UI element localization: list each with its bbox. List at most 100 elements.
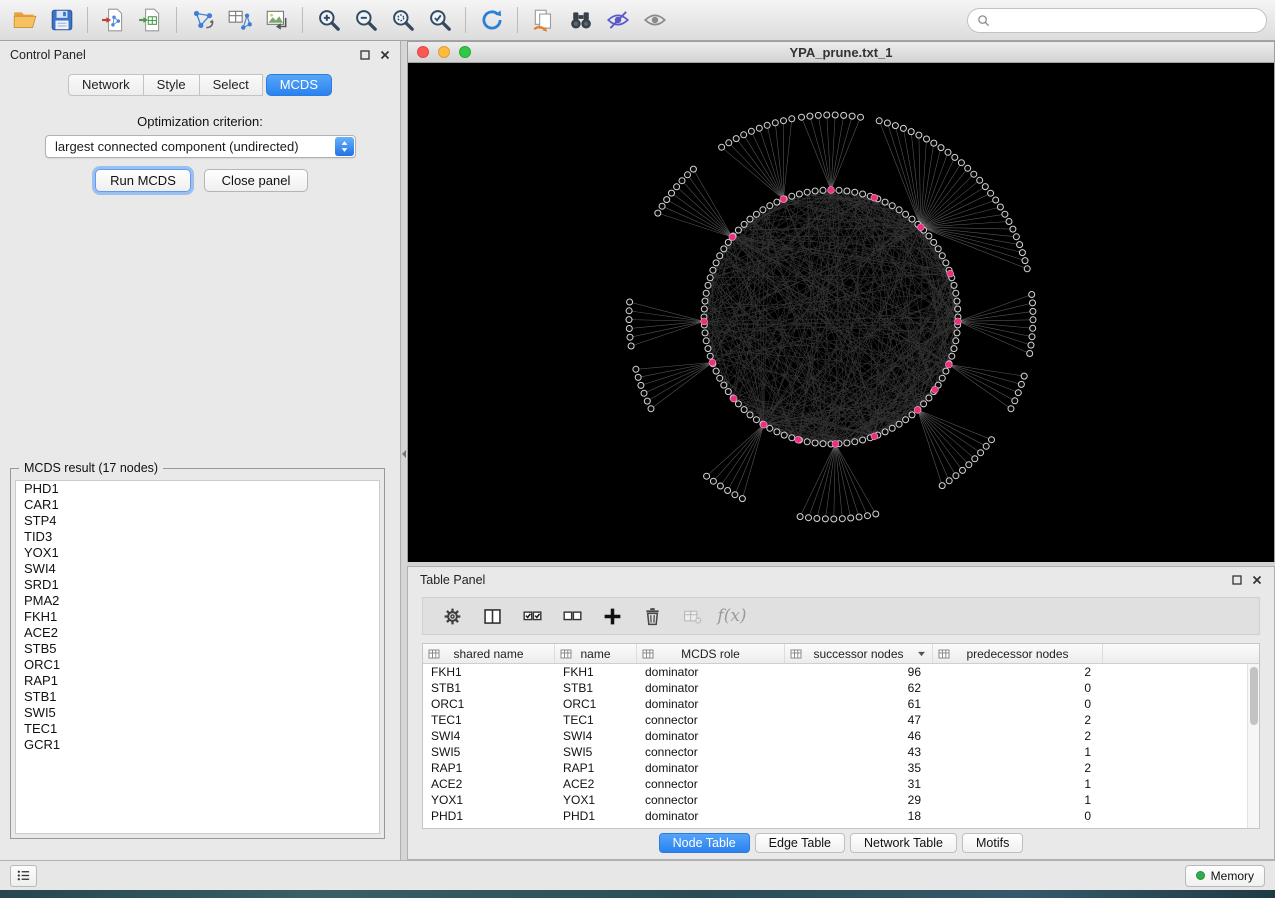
table-row[interactable]: FKH1FKH1dominator962 [423, 664, 1259, 680]
column-header-shared-name[interactable]: shared name [423, 644, 555, 663]
table-row[interactable]: TEC1TEC1connector472 [423, 712, 1259, 728]
hide-selected-button[interactable] [599, 3, 636, 37]
import-table-file-button[interactable] [132, 3, 169, 37]
mcds-result-item[interactable]: FKH1 [16, 609, 379, 625]
network-titlebar[interactable]: YPA_prune.txt_1 [408, 42, 1274, 63]
close-panel-icon[interactable] [380, 50, 390, 60]
tab-edge-table[interactable]: Edge Table [755, 833, 845, 853]
column-header-successor-nodes[interactable]: successor nodes [785, 644, 933, 663]
zoom-selected-button[interactable] [421, 3, 458, 37]
add-row-button[interactable] [593, 600, 631, 632]
cell-MCDS-role: connector [637, 776, 785, 792]
tab-style[interactable]: Style [144, 74, 200, 96]
export-image-icon [264, 7, 290, 33]
close-panel-button[interactable]: Close panel [204, 169, 308, 192]
save-session-button[interactable] [43, 3, 80, 37]
table-panel: Table Panel f(x) shared namenameMCDS rol… [407, 566, 1275, 860]
network-canvas[interactable] [408, 63, 1274, 561]
mcds-result-item[interactable]: SWI4 [16, 561, 379, 577]
delete-row-button[interactable] [633, 600, 671, 632]
run-mcds-button[interactable]: Run MCDS [95, 169, 191, 192]
zoom-out-button[interactable] [347, 3, 384, 37]
mcds-result-item[interactable]: GCR1 [16, 737, 379, 753]
mcds-result-item[interactable]: SRD1 [16, 577, 379, 593]
copy-share-button[interactable] [525, 3, 562, 37]
float-panel-icon[interactable] [360, 50, 370, 60]
new-network-button[interactable] [184, 3, 221, 37]
optimization-criterion-label: Optimization criterion: [0, 114, 400, 129]
mcds-result-item[interactable]: STB5 [16, 641, 379, 657]
mcds-result-list[interactable]: PHD1CAR1STP4TID3YOX1SWI4SRD1PMA2FKH1ACE2… [15, 480, 380, 834]
zoom-fit-button[interactable] [384, 3, 421, 37]
mcds-result-item[interactable]: PMA2 [16, 593, 379, 609]
table-row[interactable]: ORC1ORC1dominator610 [423, 696, 1259, 712]
column-label: MCDS role [681, 647, 740, 661]
mcds-result-item[interactable]: TID3 [16, 529, 379, 545]
status-list-button[interactable] [10, 865, 37, 887]
float-table-panel-icon[interactable] [1232, 575, 1242, 585]
scrollbar-thumb[interactable] [1250, 667, 1258, 725]
tab-mcds[interactable]: MCDS [266, 74, 332, 96]
mcds-result-item[interactable]: ORC1 [16, 657, 379, 673]
tab-motifs[interactable]: Motifs [962, 833, 1023, 853]
open-file-button[interactable] [6, 3, 43, 37]
settings-gear-button[interactable] [433, 600, 471, 632]
column-header-MCDS-role[interactable]: MCDS role [637, 644, 785, 663]
column-header-name[interactable]: name [555, 644, 637, 663]
search-binoculars-icon [568, 7, 594, 33]
mcds-result-item[interactable]: CAR1 [16, 497, 379, 513]
network-from-table-button[interactable] [221, 3, 258, 37]
table-row[interactable]: SWI4SWI4dominator462 [423, 728, 1259, 744]
mcds-result-item[interactable]: YOX1 [16, 545, 379, 561]
function-icon: f(x) [717, 606, 746, 626]
search-box[interactable] [967, 8, 1267, 33]
close-window-icon[interactable] [417, 46, 429, 58]
import-network-file-button[interactable] [95, 3, 132, 37]
minimize-window-icon[interactable] [438, 46, 450, 58]
table-row[interactable]: SWI5SWI5connector431 [423, 744, 1259, 760]
memory-label: Memory [1211, 869, 1254, 883]
cell-predecessor-nodes: 1 [933, 744, 1103, 760]
mcds-result-item[interactable]: STP4 [16, 513, 379, 529]
cell-shared-name: ACE2 [423, 776, 555, 792]
maximize-window-icon[interactable] [459, 46, 471, 58]
mcds-result-item[interactable]: RAP1 [16, 673, 379, 689]
refresh-layout-button[interactable] [473, 3, 510, 37]
close-table-panel-icon[interactable] [1252, 575, 1262, 585]
tab-node-table[interactable]: Node Table [659, 833, 750, 853]
toolbar-separator [517, 7, 518, 33]
mcds-result-item[interactable]: TEC1 [16, 721, 379, 737]
filter-chevron-icon[interactable] [917, 651, 926, 657]
export-image-button[interactable] [258, 3, 295, 37]
table-row[interactable]: YOX1YOX1connector291 [423, 792, 1259, 808]
control-panel-title: Control Panel [10, 48, 86, 62]
cell-MCDS-role: dominator [637, 680, 785, 696]
mcds-result-item[interactable]: SWI5 [16, 705, 379, 721]
tab-network-table[interactable]: Network Table [850, 833, 957, 853]
memory-button[interactable]: Memory [1185, 865, 1265, 887]
table-row[interactable]: PHD1PHD1dominator180 [423, 808, 1259, 824]
zoom-in-button[interactable] [310, 3, 347, 37]
search-input[interactable] [995, 14, 1257, 28]
show-columns-button[interactable] [473, 600, 511, 632]
import-table-disabled-icon [682, 606, 703, 627]
tab-network[interactable]: Network [68, 74, 144, 96]
table-scrollbar[interactable] [1247, 664, 1259, 828]
mcds-result-item[interactable]: PHD1 [16, 481, 379, 497]
toolbar-buttons [6, 3, 673, 37]
table-row[interactable]: STB1STB1dominator620 [423, 680, 1259, 696]
column-header-predecessor-nodes[interactable]: predecessor nodes [933, 644, 1103, 663]
select-all-checks-button[interactable] [513, 600, 551, 632]
table-row[interactable]: ACE2ACE2connector311 [423, 776, 1259, 792]
list-icon [16, 868, 31, 883]
tab-select[interactable]: Select [200, 74, 263, 96]
table-row[interactable]: RAP1RAP1dominator352 [423, 760, 1259, 776]
criterion-dropdown[interactable]: largest connected component (undirected) [45, 135, 356, 158]
search-binoculars-button[interactable] [562, 3, 599, 37]
cell-successor-nodes: 61 [785, 696, 933, 712]
show-all-button[interactable] [636, 3, 673, 37]
mcds-result-item[interactable]: STB1 [16, 689, 379, 705]
cell-predecessor-nodes: 2 [933, 712, 1103, 728]
clear-checks-button[interactable] [553, 600, 591, 632]
mcds-result-item[interactable]: ACE2 [16, 625, 379, 641]
